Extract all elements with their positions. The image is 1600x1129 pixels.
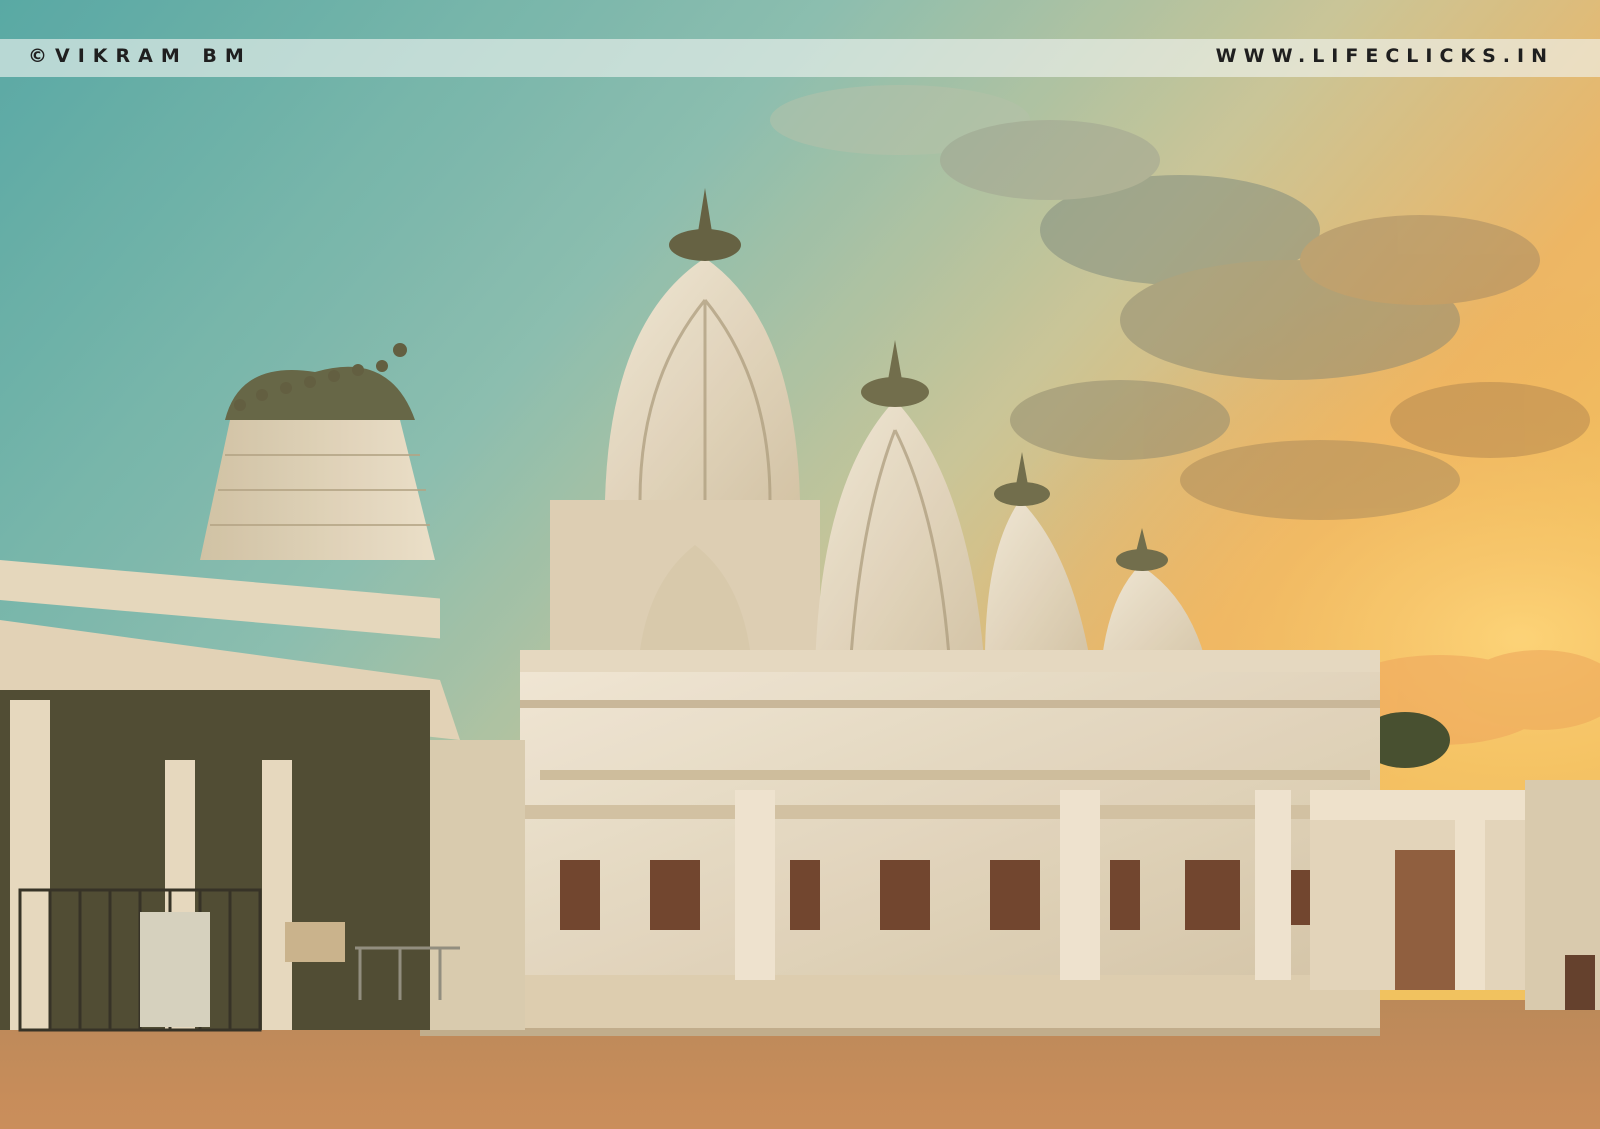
vintage-tone bbox=[0, 0, 1600, 1129]
website-watermark: WWW.LIFECLICKS.IN bbox=[1215, 45, 1554, 67]
photograph: ©VIKRAM BM WWW.LIFECLICKS.IN bbox=[0, 0, 1600, 1129]
photographer-credit: ©VIKRAM BM bbox=[28, 45, 252, 67]
temple-sunset-scene bbox=[0, 0, 1600, 1129]
